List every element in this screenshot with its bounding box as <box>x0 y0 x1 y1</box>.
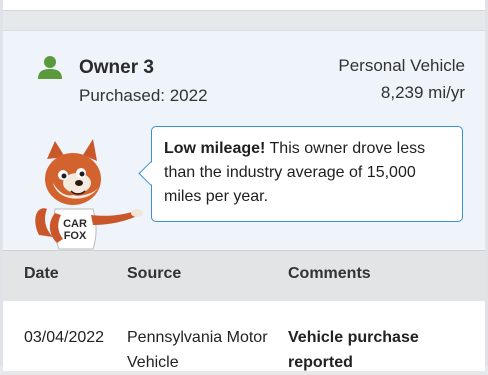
annual-mileage: 8,239 mi/yr <box>380 83 465 102</box>
previous-card <box>3 0 485 11</box>
column-header-date: Date <box>24 265 59 282</box>
owner-title: Owner 3 <box>79 57 154 78</box>
low-mileage-callout: Low mileage! This owner drove less than … <box>138 126 463 222</box>
owner-section: Owner 3 Purchased: 2022 Personal Vehicle… <box>3 30 485 251</box>
row-comment: Vehicle purchase reported <box>288 329 419 371</box>
table-row: 03/04/2022 Pennsylvania Motor Vehicle Ve… <box>3 301 485 371</box>
callout-heading: Low mileage! <box>164 140 266 157</box>
column-header-comments: Comments <box>288 265 371 282</box>
column-header-source: Source <box>127 265 182 282</box>
carfox-mascot-icon: CAR FOX <box>35 139 143 250</box>
person-icon <box>38 56 62 79</box>
shirt-text-fox: FOX <box>64 230 87 242</box>
shirt-text-car: CAR <box>63 218 87 230</box>
vehicle-type: Personal Vehicle <box>338 56 465 75</box>
purchased-year: Purchased: 2022 <box>79 86 208 105</box>
row-date: 03/04/2022 <box>24 329 105 346</box>
history-table-header: Date Source Comments <box>3 250 485 302</box>
row-source: Pennsylvania Motor Vehicle <box>127 329 268 371</box>
